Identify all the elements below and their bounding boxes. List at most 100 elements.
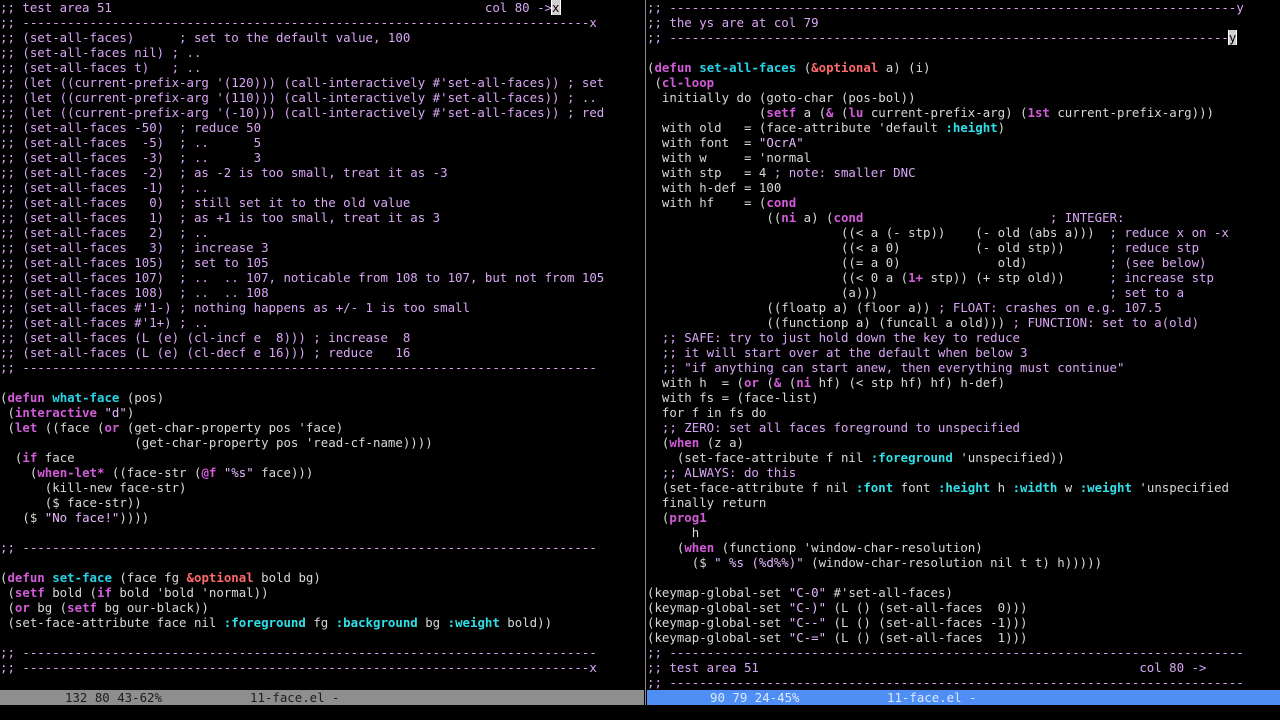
code-line[interactable]: ((< 0 a (1+ stp)) (+ stp old)) ; increas… [647, 270, 1244, 285]
code-line[interactable]: ;; (set-all-faces (L (e) (cl-decf e 16))… [0, 345, 604, 360]
code-line[interactable]: with hf = (cond [647, 195, 1244, 210]
left-editor-window[interactable]: ;; test area 51 col 80 ->x;; -----------… [0, 0, 644, 690]
code-line[interactable]: (a))) ; set to a [647, 285, 1244, 300]
code-line[interactable]: ;; (set-all-faces -3) ; .. 3 [0, 150, 604, 165]
code-line[interactable]: for f in fs do [647, 405, 1244, 420]
code-line[interactable]: ($ "No face!")))) [0, 510, 604, 525]
code-line[interactable] [0, 630, 604, 645]
code-line[interactable]: ($ face-str)) [0, 495, 604, 510]
code-line[interactable]: ;; (set-all-faces 107) ; .. .. 107, noti… [0, 270, 604, 285]
code-line[interactable]: ((floatp a) (floor a)) ; FLOAT: crashes … [647, 300, 1244, 315]
code-line[interactable]: (defun what-face (pos) [0, 390, 604, 405]
mode-line-active[interactable]: 90 79 24-45% 11-face.el - [647, 690, 1280, 705]
code-line[interactable]: ;; -------------------------------------… [647, 30, 1244, 45]
code-line[interactable]: ;; (set-all-faces -2) ; as -2 is too sma… [0, 165, 604, 180]
code-line[interactable]: ;; test area 51 col 80 -> [647, 660, 1244, 675]
code-line[interactable]: ;; (set-all-faces (L (e) (cl-incf e 8)))… [0, 330, 604, 345]
code-line[interactable]: with h = (or (& (ni hf) (< stp hf) hf) h… [647, 375, 1244, 390]
code-line[interactable]: (keymap-global-set "C--" (L () (set-all-… [647, 615, 1244, 630]
code-line[interactable] [0, 555, 604, 570]
code-line[interactable]: ;; (set-all-faces nil) ; .. [0, 45, 604, 60]
code-line[interactable] [647, 570, 1244, 585]
code-line[interactable]: ;; (set-all-faces t) ; .. [0, 60, 604, 75]
code-line[interactable]: with stp = 4 ; note: smaller DNC [647, 165, 1244, 180]
mode-line-inactive[interactable]: 132 80 43-62% 11-face.el - [0, 690, 644, 705]
code-line[interactable]: ;; -------------------------------------… [0, 360, 604, 375]
code-span: (get-char-property pos 'face) [119, 420, 344, 435]
code-line[interactable]: ;; (set-all-faces 105) ; set to 105 [0, 255, 604, 270]
code-line[interactable]: ;; (set-all-faces #'1+) ; .. [0, 315, 604, 330]
code-line[interactable] [647, 45, 1244, 60]
code-line[interactable]: with fs = (face-list) [647, 390, 1244, 405]
code-line[interactable]: ;; SAFE: try to just hold down the key t… [647, 330, 1244, 345]
code-line[interactable]: (defun set-face (face fg &optional bold … [0, 570, 604, 585]
code-line[interactable]: ((< a (- stp)) (- old (abs a))) ; reduce… [647, 225, 1244, 240]
code-line[interactable]: (keymap-global-set "C-=" (L () (set-all-… [647, 630, 1244, 645]
right-code-buffer[interactable]: ;; -------------------------------------… [647, 0, 1244, 690]
code-line[interactable]: ($ " %s (%d%%)" (window-char-resolution … [647, 555, 1244, 570]
code-line[interactable]: finally return [647, 495, 1244, 510]
code-line[interactable]: (when-let* ((face-str (@f "%s" face))) [0, 465, 604, 480]
code-line[interactable]: ;; -------------------------------------… [647, 645, 1244, 660]
code-line[interactable]: ;; (set-all-faces 1) ; as +1 is too smal… [0, 210, 604, 225]
code-line[interactable]: ;; (let ((current-prefix-arg '(110))) (c… [0, 90, 604, 105]
code-line[interactable]: ;; (set-all-faces) ; set to the default … [0, 30, 604, 45]
comment-span: ;; SAFE: try to just hold down the key t… [647, 330, 1020, 345]
code-line[interactable]: with old = (face-attribute 'default :hei… [647, 120, 1244, 135]
echo-area[interactable] [0, 705, 1280, 720]
code-line[interactable]: ;; test area 51 col 80 ->x [0, 0, 604, 15]
code-line[interactable] [0, 525, 604, 540]
code-line[interactable]: ;; "if anything can start anew, then eve… [647, 360, 1244, 375]
code-line[interactable]: (get-char-property pos 'read-cf-name)))) [0, 435, 604, 450]
code-line[interactable]: with font = "OcrA" [647, 135, 1244, 150]
code-line[interactable]: ;; -------------------------------------… [0, 660, 604, 675]
code-line[interactable]: (set-face-attribute f nil :font font :he… [647, 480, 1244, 495]
left-code-buffer[interactable]: ;; test area 51 col 80 ->x;; -----------… [0, 0, 604, 675]
code-line[interactable]: (let ((face (or (get-char-property pos '… [0, 420, 604, 435]
code-line[interactable]: ;; (set-all-faces -5) ; .. 5 [0, 135, 604, 150]
code-line[interactable]: (when (functionp 'window-char-resolution… [647, 540, 1244, 555]
code-line[interactable]: ;; (set-all-faces -50) ; reduce 50 [0, 120, 604, 135]
code-line[interactable]: ;; (set-all-faces #'1-) ; nothing happen… [0, 300, 604, 315]
right-editor-window[interactable]: ;; -------------------------------------… [647, 0, 1280, 690]
code-line[interactable]: (keymap-global-set "C-0" #'set-all-faces… [647, 585, 1244, 600]
code-line[interactable]: (when (z a) [647, 435, 1244, 450]
code-line[interactable]: (if face [0, 450, 604, 465]
code-line[interactable]: ;; (set-all-faces 108) ; .. .. 108 [0, 285, 604, 300]
code-line[interactable]: (kill-new face-str) [0, 480, 604, 495]
code-line[interactable]: (keymap-global-set "C-)" (L () (set-all-… [647, 600, 1244, 615]
code-line[interactable]: ((ni a) (cond ; INTEGER: [647, 210, 1244, 225]
code-line[interactable]: ;; -------------------------------------… [647, 0, 1244, 15]
code-line[interactable]: (setf a (& (lu current-prefix-arg) (1st … [647, 105, 1244, 120]
code-line[interactable]: ;; ZERO: set all faces foreground to uns… [647, 420, 1244, 435]
code-line[interactable]: h [647, 525, 1244, 540]
code-line[interactable]: ((< a 0) (- old stp)) ; reduce stp [647, 240, 1244, 255]
code-line[interactable]: with w = 'normal [647, 150, 1244, 165]
code-line[interactable]: (set-face-attribute face nil :foreground… [0, 615, 604, 630]
code-line[interactable]: ;; -------------------------------------… [0, 645, 604, 660]
code-line[interactable]: ;; (set-all-faces 2) ; .. [0, 225, 604, 240]
code-line[interactable] [0, 375, 604, 390]
code-line[interactable]: ;; the ys are at col 79 [647, 15, 1244, 30]
code-line[interactable]: (interactive "d") [0, 405, 604, 420]
code-line[interactable]: (or bg (setf bg our-black)) [0, 600, 604, 615]
code-line[interactable]: (setf bold (if bold 'bold 'normal)) [0, 585, 604, 600]
code-line[interactable]: ;; (let ((current-prefix-arg '(120))) (c… [0, 75, 604, 90]
code-line[interactable]: (cl-loop [647, 75, 1244, 90]
code-line[interactable]: with h-def = 100 [647, 180, 1244, 195]
code-line[interactable]: (prog1 [647, 510, 1244, 525]
code-line[interactable]: ;; it will start over at the default whe… [647, 345, 1244, 360]
code-line[interactable]: initially do (goto-char (pos-bol)) [647, 90, 1244, 105]
code-line[interactable]: ((= a 0) old) ; (see below) [647, 255, 1244, 270]
code-line[interactable]: ;; (let ((current-prefix-arg '(-10))) (c… [0, 105, 604, 120]
code-line[interactable]: ;; (set-all-faces -1) ; .. [0, 180, 604, 195]
code-line[interactable]: ;; -------------------------------------… [0, 540, 604, 555]
code-line[interactable]: ((functionp a) (funcall a old))) ; FUNCT… [647, 315, 1244, 330]
code-line[interactable]: ;; (set-all-faces 0) ; still set it to t… [0, 195, 604, 210]
code-line[interactable]: ;; -------------------------------------… [647, 675, 1244, 690]
code-line[interactable]: (defun set-all-faces (&optional a) (i) [647, 60, 1244, 75]
code-line[interactable]: (set-face-attribute f nil :foreground 'u… [647, 450, 1244, 465]
code-line[interactable]: ;; (set-all-faces 3) ; increase 3 [0, 240, 604, 255]
code-line[interactable]: ;; -------------------------------------… [0, 15, 604, 30]
code-line[interactable]: ;; ALWAYS: do this [647, 465, 1244, 480]
